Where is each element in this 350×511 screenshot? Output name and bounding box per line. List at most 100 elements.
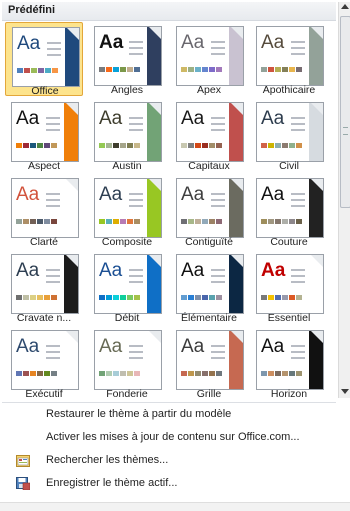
theme-text-line [291, 357, 305, 359]
theme-font-sample: Aa [261, 336, 285, 357]
theme-color-swatch [16, 295, 22, 300]
theme-text-line [211, 53, 225, 55]
theme-name-label: Angles [110, 84, 144, 96]
theme-color-swatch [120, 371, 126, 376]
theme-color-swatch [181, 219, 187, 224]
theme-tile[interactable]: Aa Couture [250, 174, 328, 248]
theme-color-swatch [38, 68, 44, 73]
theme-text-line [291, 117, 305, 119]
theme-color-swatch [24, 68, 30, 73]
theme-text-line [46, 193, 60, 195]
theme-text-line [129, 351, 143, 353]
theme-preview-thumbnail: Aa [256, 178, 324, 238]
theme-tile[interactable]: Aa Angles [88, 22, 166, 96]
theme-tile[interactable]: Aa Exécutif [5, 326, 83, 400]
theme-color-swatch [99, 219, 105, 224]
theme-color-swatch [23, 371, 29, 376]
theme-name-label: Office [31, 85, 59, 97]
theme-text-line [46, 123, 60, 125]
theme-tile[interactable]: Aa Fonderie [88, 326, 166, 400]
theme-name-label: Apex [197, 84, 221, 96]
theme-tile[interactable]: Aa Apothicaire [250, 22, 328, 96]
theme-color-swatch [37, 143, 43, 148]
theme-tile[interactable]: Aa Grille [170, 326, 248, 400]
theme-color-swatch [202, 67, 208, 72]
theme-color-swatch [113, 143, 119, 148]
theme-color-swatch [134, 219, 140, 224]
theme-name-label: Horizon [270, 388, 308, 400]
theme-tile[interactable]: Aa Civil [250, 98, 328, 172]
menu-item-label: Activer les mises à jour de contenu sur … [46, 431, 300, 443]
theme-color-swatch [44, 371, 50, 376]
theme-color-swatch [282, 67, 288, 72]
theme-color-swatch [296, 143, 302, 148]
theme-color-swatch [30, 143, 36, 148]
theme-text-line [129, 193, 143, 195]
theme-text-line [291, 123, 305, 125]
theme-color-swatch [181, 67, 187, 72]
theme-tile[interactable]: Aa Élémentaire [170, 250, 248, 324]
theme-color-swatch [181, 295, 187, 300]
theme-color-swatch [268, 67, 274, 72]
scroll-up-arrow-icon[interactable] [341, 4, 349, 9]
theme-color-swatch [275, 219, 281, 224]
theme-color-swatch [209, 371, 215, 376]
theme-color-swatch [99, 295, 105, 300]
theme-color-swatch [51, 371, 57, 376]
page-fold-icon [149, 331, 161, 343]
theme-tile[interactable]: Aa Essentiel [250, 250, 328, 324]
theme-text-line [211, 129, 225, 131]
theme-color-swatch [181, 143, 187, 148]
save-theme-menu-item[interactable]: Enregistrer le thème actif... [0, 473, 350, 495]
scrollbar-thumb[interactable] [340, 16, 350, 208]
theme-tile[interactable]: Aa Débit [88, 250, 166, 324]
theme-text-line [211, 199, 225, 201]
theme-tile[interactable]: Aa Aspect [5, 98, 83, 172]
theme-color-swatch [216, 295, 222, 300]
theme-name-label: Aspect [27, 160, 61, 172]
theme-preview-thumbnail: Aa [94, 254, 162, 314]
theme-text-line [211, 357, 225, 359]
page-fold-icon [231, 179, 243, 191]
scroll-down-arrow-icon[interactable] [341, 389, 349, 394]
theme-color-swatch [106, 143, 112, 148]
theme-tile[interactable]: Aa Horizon [250, 326, 328, 400]
theme-tile[interactable]: Aa Apex [170, 22, 248, 96]
menu-item-label: Rechercher les thèmes... [46, 454, 169, 466]
restore-theme-menu-item[interactable]: Restaurer le thème à partir du modèle [0, 404, 350, 426]
theme-tile[interactable]: Aa Clarté [5, 174, 83, 248]
theme-name-label: Grille [196, 388, 222, 400]
theme-font-sample: Aa [261, 32, 285, 53]
browse-themes-icon [16, 455, 30, 467]
theme-font-sample: Aa [99, 32, 124, 53]
theme-color-swatch [37, 219, 43, 224]
theme-tile[interactable]: Aa Cravate n... [5, 250, 83, 324]
theme-color-swatch [268, 295, 274, 300]
theme-tile[interactable]: Aa Contiguïté [170, 174, 248, 248]
theme-tile[interactable]: Aa Composite [88, 174, 166, 248]
theme-preview-thumbnail: Aa [256, 26, 324, 86]
theme-text-line [211, 47, 225, 49]
page-fold-icon [66, 331, 78, 343]
theme-name-label: Débit [114, 312, 140, 324]
page-fold-icon [311, 331, 323, 343]
page-fold-icon [231, 103, 243, 115]
theme-tile[interactable]: Aa Austin [88, 98, 166, 172]
theme-color-swatch [261, 67, 267, 72]
gallery-scrollbar[interactable] [338, 2, 350, 398]
theme-preview-thumbnail: Aa [176, 178, 244, 238]
page-fold-icon [67, 28, 79, 40]
theme-grid: Aa Office Aa Angles Aa Apex Aa Apothicaire Aa Asp… [0, 22, 336, 400]
theme-tile[interactable]: Aa Office [5, 22, 83, 97]
theme-color-swatch [268, 219, 274, 224]
browse-themes-menu-item[interactable]: Rechercher les thèmes... [0, 450, 350, 472]
theme-preview-thumbnail: Aa [11, 102, 79, 162]
theme-tile[interactable]: Aa Capitaux [170, 98, 248, 172]
theme-text-line [129, 129, 143, 131]
enable-content-updates-menu-item[interactable]: Activer les mises à jour de contenu sur … [0, 427, 350, 449]
theme-color-swatch [195, 295, 201, 300]
grip-icon [343, 127, 348, 135]
theme-text-line [211, 117, 225, 119]
theme-color-swatch [261, 143, 267, 148]
theme-preview-thumbnail: Aa [11, 178, 79, 238]
